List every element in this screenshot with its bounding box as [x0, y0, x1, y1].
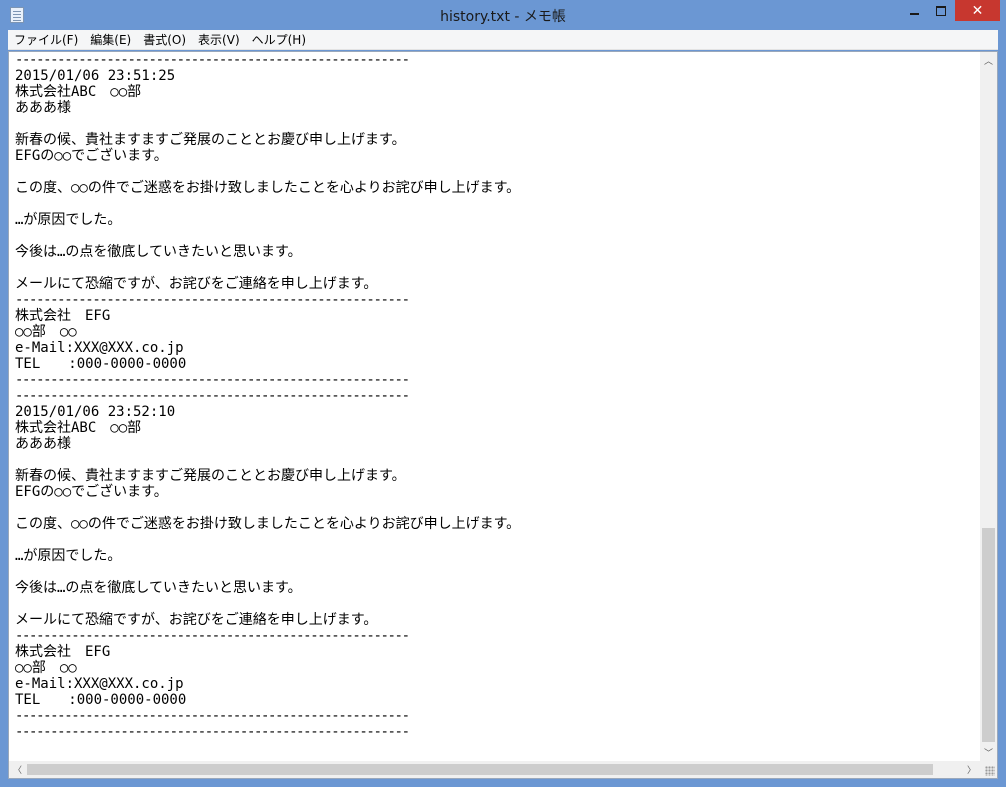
text-line[interactable]	[15, 564, 975, 580]
text-line[interactable]: e-Mail:XXX@XXX.co.jp	[15, 340, 975, 356]
text-line[interactable]	[15, 260, 975, 276]
menu-file[interactable]: ファイル(F)	[8, 30, 84, 50]
size-grip[interactable]	[980, 761, 997, 778]
text-line[interactable]: ----------------------------------------…	[15, 292, 975, 308]
text-line[interactable]	[15, 452, 975, 468]
scroll-left-icon[interactable]: 〈	[9, 761, 26, 778]
text-line[interactable]: …が原因でした。	[15, 212, 975, 228]
scroll-right-icon[interactable]: 〉	[963, 761, 980, 778]
menu-edit[interactable]: 編集(E)	[84, 30, 137, 50]
maximize-icon	[936, 5, 946, 16]
close-button[interactable]: ✕	[955, 0, 1000, 21]
minimize-icon	[909, 12, 919, 15]
scroll-up-icon[interactable]: ︿	[980, 52, 997, 69]
horizontal-scrollbar[interactable]: 〈 〉	[9, 761, 980, 778]
text-line[interactable]: メールにて恐縮ですが、お詫びをご連絡を申し上げます。	[15, 612, 975, 628]
maximize-button[interactable]	[928, 0, 954, 21]
text-line[interactable]: 2015/01/06 23:52:10	[15, 404, 975, 420]
text-line[interactable]: あああ様	[15, 436, 975, 452]
text-line[interactable]: あああ様	[15, 100, 975, 116]
vertical-scrollbar[interactable]: ︿ ﹀	[980, 52, 997, 761]
text-line[interactable]: e-Mail:XXX@XXX.co.jp	[15, 676, 975, 692]
text-line[interactable]: 今後は…の点を徹底していきたいと思います。	[15, 580, 975, 596]
text-editor[interactable]: ----------------------------------------…	[8, 51, 998, 779]
text-line[interactable]: ----------------------------------------…	[15, 52, 975, 68]
vertical-scroll-thumb[interactable]	[982, 528, 995, 742]
window-title: history.txt - メモ帳	[440, 9, 566, 25]
notepad-window: history.txt - メモ帳 ✕ ファイル(F) 編集(E) 書式(O) …	[0, 0, 1006, 787]
text-line[interactable]: 株式会社ABC ○○部	[15, 420, 975, 436]
text-line[interactable]: EFGの○○でございます。	[15, 484, 975, 500]
text-line[interactable]: 新春の候、貴社ますますご発展のこととお慶び申し上げます。	[15, 468, 975, 484]
text-line[interactable]	[15, 532, 975, 548]
close-icon: ✕	[971, 2, 984, 19]
text-line[interactable]: TEL :000-0000-0000	[15, 356, 975, 372]
text-line[interactable]: EFGの○○でございます。	[15, 148, 975, 164]
document-text[interactable]: ----------------------------------------…	[15, 52, 975, 762]
text-line[interactable]	[15, 500, 975, 516]
menu-bar: ファイル(F) 編集(E) 書式(O) 表示(V) ヘルプ(H)	[8, 30, 998, 50]
text-line[interactable]: ----------------------------------------…	[15, 628, 975, 644]
scroll-down-icon[interactable]: ﹀	[980, 744, 997, 761]
text-line[interactable]: この度、○○の件でご迷惑をお掛け致しましたことを心よりお詫び申し上げます。	[15, 516, 975, 532]
text-line[interactable]: 株式会社ABC ○○部	[15, 84, 975, 100]
text-line[interactable]	[15, 596, 975, 612]
text-line[interactable]: この度、○○の件でご迷惑をお掛け致しましたことを心よりお詫び申し上げます。	[15, 180, 975, 196]
horizontal-scroll-thumb[interactable]	[27, 764, 933, 775]
text-line[interactable]: ----------------------------------------…	[15, 708, 975, 724]
resize-grip-icon	[985, 766, 995, 776]
text-line[interactable]: 2015/01/06 23:51:25	[15, 68, 975, 84]
menu-format[interactable]: 書式(O)	[137, 30, 192, 50]
text-line[interactable]	[15, 164, 975, 180]
text-line[interactable]: ----------------------------------------…	[15, 388, 975, 404]
text-line[interactable]: ----------------------------------------…	[15, 372, 975, 388]
text-line[interactable]: TEL :000-0000-0000	[15, 692, 975, 708]
text-line[interactable]: 株式会社 EFG	[15, 308, 975, 324]
text-line[interactable]: 株式会社 EFG	[15, 644, 975, 660]
text-line[interactable]: ----------------------------------------…	[15, 724, 975, 740]
text-line[interactable]: ○○部 ○○	[15, 324, 975, 340]
minimize-button[interactable]	[900, 0, 928, 21]
text-line[interactable]	[15, 228, 975, 244]
text-line[interactable]: …が原因でした。	[15, 548, 975, 564]
menu-view[interactable]: 表示(V)	[192, 30, 246, 50]
text-line[interactable]: メールにて恐縮ですが、お詫びをご連絡を申し上げます。	[15, 276, 975, 292]
text-line[interactable]: 今後は…の点を徹底していきたいと思います。	[15, 244, 975, 260]
title-bar[interactable]: history.txt - メモ帳 ✕	[0, 0, 1006, 30]
text-line[interactable]: ○○部 ○○	[15, 660, 975, 676]
text-line[interactable]	[15, 196, 975, 212]
menu-help[interactable]: ヘルプ(H)	[246, 30, 312, 50]
text-line[interactable]	[15, 116, 975, 132]
text-line[interactable]: 新春の候、貴社ますますご発展のこととお慶び申し上げます。	[15, 132, 975, 148]
